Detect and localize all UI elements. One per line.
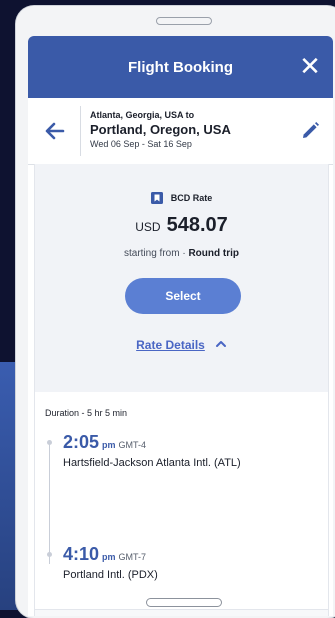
arrival-time: 4:10 pm GMT-7 xyxy=(63,544,158,565)
trip-type: Round trip xyxy=(188,248,239,259)
price: USD 548.07 xyxy=(35,214,328,237)
close-icon[interactable]: ✕ xyxy=(297,53,323,80)
chevron-up-icon[interactable] xyxy=(215,339,227,349)
status-bar xyxy=(16,6,335,40)
rate-badge: BCD Rate xyxy=(35,192,328,204)
timeline-dot xyxy=(47,552,52,557)
arrival-hm: 4:10 xyxy=(63,544,100,564)
route-destination: Portland, Oregon, USA xyxy=(90,122,231,137)
booking-card: Flight Booking ✕ Atlanta, Georgia, USA t… xyxy=(28,36,333,616)
arrow-left-icon[interactable] xyxy=(44,120,66,142)
departure-ampm: pm xyxy=(102,440,116,450)
page-title: Flight Booking xyxy=(128,58,233,76)
departure-hm: 2:05 xyxy=(63,432,100,452)
timeline-line xyxy=(49,442,50,564)
route-summary: Atlanta, Georgia, USA to Portland, Orego… xyxy=(28,98,333,165)
bookmark-icon xyxy=(150,192,163,204)
departure-segment: 2:05 pm GMT-4 Hartsfield-Jackson Atlanta I… xyxy=(63,432,241,469)
arrival-ampm: pm xyxy=(102,552,116,562)
arrival-tz: GMT-7 xyxy=(118,552,147,562)
departure-airport: Hartsfield-Jackson Atlanta Intl. (ATL) xyxy=(63,457,241,469)
home-indicator xyxy=(146,598,222,607)
notch xyxy=(156,17,212,25)
itinerary-panel: Duration - 5 hr 5 min 2:05 pm GMT-4 Hartsf… xyxy=(34,392,329,616)
starting-prefix: starting from · xyxy=(123,248,189,259)
currency: USD xyxy=(135,220,161,234)
route-origin: Atlanta, Georgia, USA to xyxy=(90,110,195,120)
route-text: Atlanta, Georgia, USA to Portland, Orego… xyxy=(90,110,231,149)
price-amount: 548.07 xyxy=(166,214,228,236)
divider xyxy=(35,609,328,616)
phone-frame: Flight Booking ✕ Atlanta, Georgia, USA t… xyxy=(16,6,335,618)
starting-from-text: starting from · Round trip xyxy=(35,248,328,259)
arrival-airport: Portland Intl. (PDX) xyxy=(63,569,158,581)
departure-tz: GMT-4 xyxy=(118,440,147,450)
select-button[interactable]: Select xyxy=(125,278,241,314)
arrival-segment: 4:10 pm GMT-7 Portland Intl. (PDX) xyxy=(63,544,158,581)
rate-details-link[interactable]: Rate Details xyxy=(136,338,205,352)
flight-duration: Duration - 5 hr 5 min xyxy=(45,408,128,418)
pencil-icon[interactable] xyxy=(299,120,321,142)
departure-time: 2:05 pm GMT-4 xyxy=(63,432,241,453)
rate-name: BCD Rate xyxy=(170,193,213,203)
rate-details-toggle[interactable]: Rate Details xyxy=(35,338,328,352)
divider xyxy=(80,106,81,156)
route-dates: Wed 06 Sep - Sat 16 Sep xyxy=(90,139,192,149)
rate-panel: BCD Rate USD 548.07 starting from · Round… xyxy=(34,164,329,392)
timeline-dot xyxy=(47,440,52,445)
header-bar: Flight Booking ✕ xyxy=(28,36,333,98)
